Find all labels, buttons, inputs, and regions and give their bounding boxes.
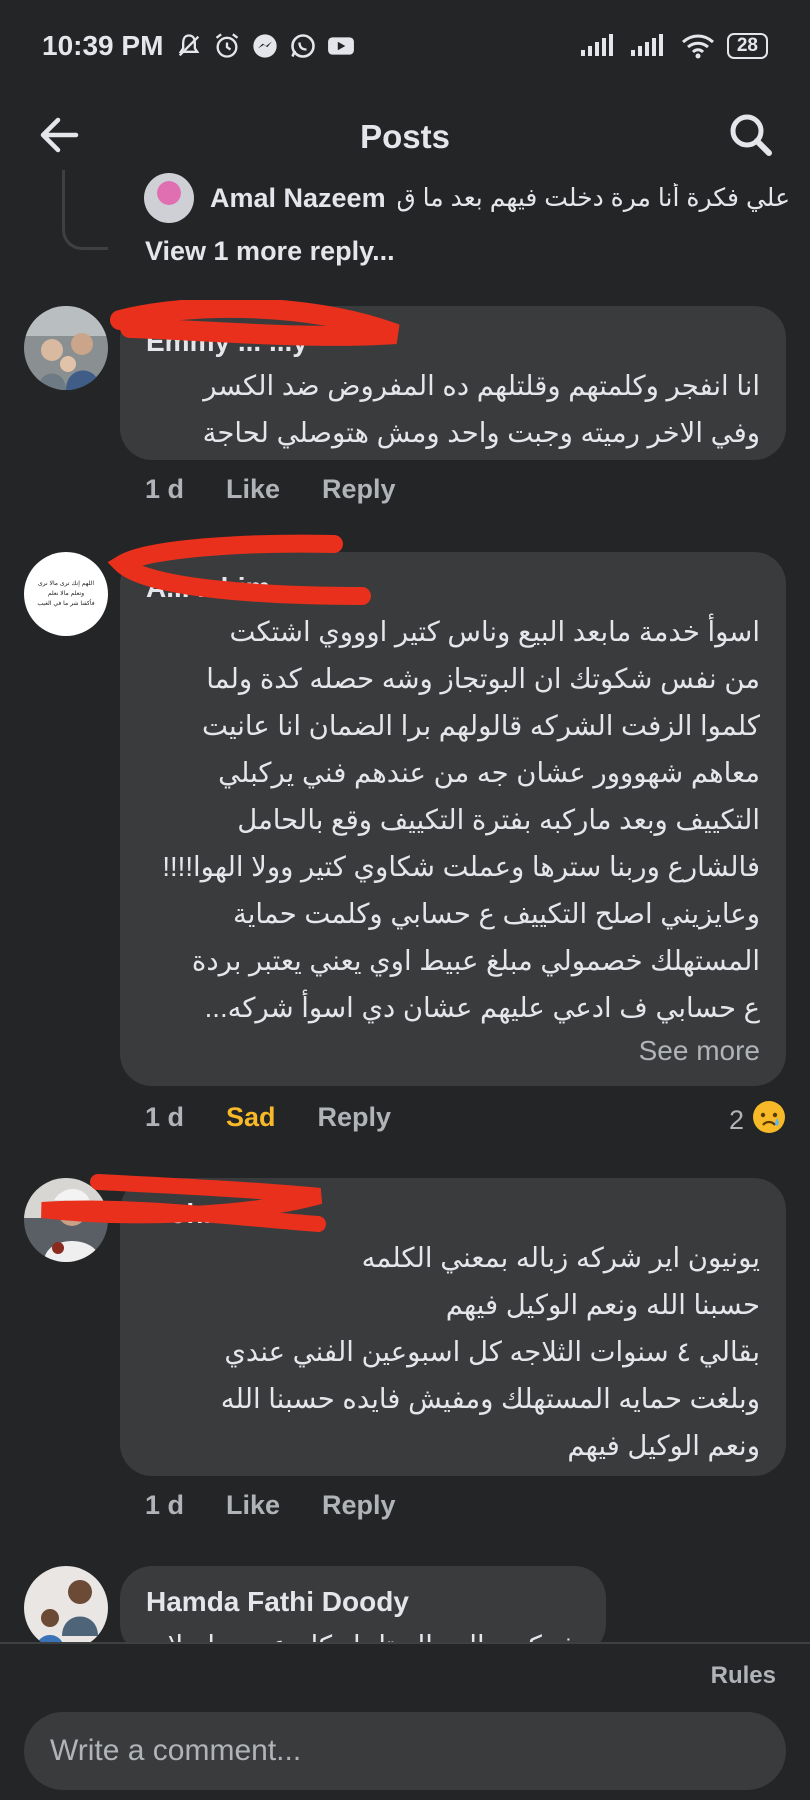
comment-input[interactable] <box>50 1734 760 1768</box>
like-button[interactable]: Like <box>226 1490 280 1521</box>
comment-line: حسبنا الله ونعم الوكيل فيهم <box>445 1289 760 1320</box>
signal-icon <box>630 32 669 60</box>
comment-text: يونيون اير شركه زباله بمعني الكلمه حسبنا… <box>146 1234 760 1469</box>
whatsapp-icon <box>289 32 317 60</box>
reply-preview-text: علي فكرة أنا مرة دخلت فيهم بعد ما ق... <box>397 184 790 212</box>
comment-input-wrapper[interactable] <box>24 1712 786 1790</box>
comment-line: معاهم شهووور عشان جه من عندهم فني يركبلي <box>218 757 760 788</box>
avatar[interactable] <box>24 306 108 390</box>
thread-connector-line <box>62 170 108 250</box>
comment-timestamp: 1 d <box>145 474 185 504</box>
comment-bubble: A... ...him اسوأ خدمة مابعد البيع وناس ك… <box>120 552 786 1086</box>
messenger-icon <box>251 32 279 60</box>
comment-composer-bar: Rules <box>0 1642 810 1800</box>
avatar[interactable] <box>24 1178 108 1262</box>
like-button[interactable]: Like <box>226 474 280 505</box>
wifi-icon <box>681 32 715 60</box>
comment-bubble: Moh... ...er يونيون اير شركه زباله بمعني… <box>120 1178 786 1476</box>
comment-timestamp: 1 d <box>145 1490 185 1520</box>
notification-icons <box>175 32 355 60</box>
rules-link[interactable]: Rules <box>711 1662 776 1690</box>
comment-author-name[interactable]: Emmy ... ...y <box>146 326 760 362</box>
avatar-caption: فأكفنا شر ما في الغيب <box>37 600 95 607</box>
comment-bubble: Hamda Fathi Doody شركه زباله والبوتاجاز … <box>120 1566 606 1642</box>
comment-bubble: Emmy ... ...y انا انفجر وكلمتهم وقلتلهم … <box>120 306 786 460</box>
reply-button[interactable]: Reply <box>322 474 396 505</box>
avatar[interactable]: اللهم إنك ترى مالا نرى وتعلم مالا نعلم ف… <box>24 552 108 636</box>
avatar[interactable] <box>24 1566 108 1642</box>
comment-timestamp: 1 d <box>145 1102 185 1132</box>
comment-text: اسوأ خدمة مابعد البيع وناس كتير اوووي اش… <box>146 608 760 1031</box>
page-title: Posts <box>360 118 450 155</box>
reaction-summary[interactable]: 2 <box>729 1100 786 1141</box>
comment-line: وبلغت حمايه المستهلك ومفيش فايده حسبنا ا… <box>220 1383 760 1414</box>
top-app-bar: Posts <box>0 92 810 182</box>
comment-line: التكييف وبعد ماركبه بفترة التكييف وقع با… <box>237 804 760 835</box>
see-more-link[interactable]: See more <box>146 1031 760 1071</box>
comment-actions: 1 d Sad Reply <box>145 1102 391 1133</box>
avatar-caption: اللهم إنك ترى مالا نرى <box>37 580 95 587</box>
back-arrow-icon[interactable] <box>34 110 84 160</box>
mute-icon <box>175 32 203 60</box>
comment-actions: 1 d Like Reply <box>145 1490 396 1521</box>
comment-line: فالشارع وربنا سترها وعملت شكاوي كتير وول… <box>162 851 760 882</box>
status-bar: 10:39 PM 28 <box>0 0 810 92</box>
comment-line: المستهلك خصمولي مبلغ عبيط اوي يعني يعتبر… <box>191 945 760 976</box>
comment-author-name[interactable]: Moh... ...er <box>146 1198 760 1234</box>
sad-emoji-icon <box>752 1100 786 1141</box>
comment-line: ع حسابي ف ادعي عليهم عشان دي اسوأ شركه..… <box>204 992 760 1023</box>
comment-line: انا انفجر وكلمتهم وقلتلهم ده المفروض ضد … <box>203 370 760 401</box>
search-icon[interactable] <box>726 110 776 160</box>
avatar-caption: وتعلم مالا نعلم <box>47 590 85 597</box>
comment-line: بقالي ٤ سنوات الثلاجه كل اسبوعين الفني ع… <box>224 1336 760 1367</box>
signal-icon <box>580 32 619 60</box>
comment-line: وفي الاخر رميته وجبت واحد ومش هتوصلي لحا… <box>202 417 760 448</box>
comment-line: شركه زباله والبوتاجاز كله عيوب اصلا <box>146 1622 580 1642</box>
comment-line: اسوأ خدمة مابعد البيع وناس كتير اوووي اش… <box>229 616 760 647</box>
avatar[interactable] <box>144 173 194 223</box>
comment-line: كلموا الزفت الشركه قالولهم برا الضمان ان… <box>201 710 760 741</box>
battery-indicator: 28 <box>726 33 768 59</box>
reaction-count: 2 <box>728 1105 744 1135</box>
comment-line: يونيون اير شركه زباله بمعني الكلمه <box>361 1242 760 1273</box>
comment-line: ونعم الوكيل فيهم <box>567 1430 760 1461</box>
reply-author-name[interactable]: Amal Nazeem <box>210 183 386 214</box>
status-time: 10:39 PM <box>42 30 164 61</box>
comment-text: شركه زباله والبوتاجاز كله عيوب اصلا <box>146 1622 580 1642</box>
comment-author-name[interactable]: Hamda Fathi Doody <box>146 1586 580 1622</box>
comment-text: انا انفجر وكلمتهم وقلتلهم ده المفروض ضد … <box>146 362 760 456</box>
youtube-icon <box>327 32 355 60</box>
reply-button[interactable]: Reply <box>322 1490 396 1521</box>
alarm-icon <box>213 32 241 60</box>
comment-actions: 1 d Like Reply <box>145 474 396 505</box>
comment-author-name[interactable]: A... ...him <box>146 572 760 608</box>
view-more-replies-link[interactable]: View 1 more reply... <box>145 236 395 267</box>
reply-preview[interactable]: Amal Nazeem علي فكرة أنا مرة دخلت فيهم ب… <box>144 170 790 226</box>
reply-button[interactable]: Reply <box>318 1102 392 1133</box>
comment-line: من نفس شكوتك ان البوتجاز وشه حصله كدة ول… <box>206 663 760 694</box>
comments-list[interactable]: Amal Nazeem علي فكرة أنا مرة دخلت فيهم ب… <box>0 170 810 1642</box>
sad-reaction-button[interactable]: Sad <box>226 1102 276 1133</box>
comment-line: وعايزيني اصلح التكييف ع حسابي وكلمت حماي… <box>233 898 760 929</box>
